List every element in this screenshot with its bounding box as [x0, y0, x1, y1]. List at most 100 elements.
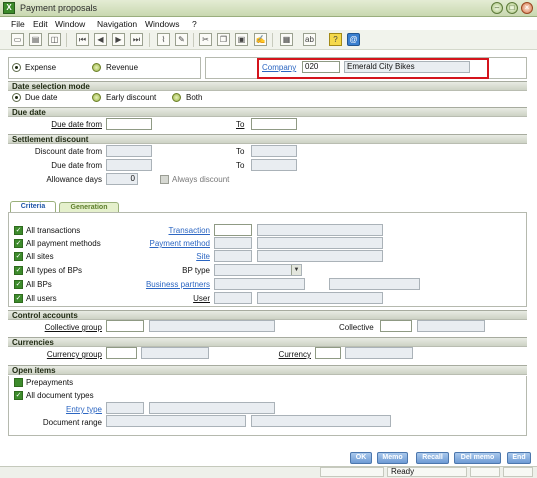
doc-icon[interactable]: ▦	[280, 33, 293, 46]
chevron-down-icon: ▼	[291, 265, 301, 275]
revenue-label: Revenue	[106, 63, 139, 72]
attach-icon[interactable]: ⌇	[157, 33, 170, 46]
due-date-to-field[interactable]	[251, 118, 297, 130]
transaction-link[interactable]: Transaction	[165, 226, 211, 235]
all-users-checkbox[interactable]: ✓	[14, 294, 23, 303]
memo-button[interactable]: Memo	[377, 452, 408, 464]
collective-group-field[interactable]	[106, 320, 144, 332]
user-field	[214, 292, 252, 304]
text-icon[interactable]: ab	[303, 33, 316, 46]
tab-criteria[interactable]: Criteria	[10, 201, 56, 212]
transaction-description-field	[257, 224, 383, 236]
all-transactions-checkbox[interactable]: ✓	[14, 226, 23, 235]
collective-description-field	[417, 320, 485, 332]
settlement-due-date-to-field	[251, 159, 297, 171]
transaction-field[interactable]	[214, 224, 252, 236]
menu-help[interactable]: ?	[192, 19, 197, 29]
all-sites-label: All sites	[26, 252, 54, 261]
due-date-from-field[interactable]	[106, 118, 152, 130]
discount-date-to-label: To	[236, 147, 245, 156]
menu-windows[interactable]: Windows	[145, 19, 179, 29]
del-memo-button[interactable]: Del memo	[454, 452, 501, 464]
preview-icon[interactable]: ◫	[48, 33, 61, 46]
all-sites-checkbox[interactable]: ✓	[14, 252, 23, 261]
both-radio[interactable]	[172, 93, 181, 102]
discount-date-from-field	[106, 145, 152, 157]
status-cell-empty	[503, 467, 533, 477]
sign-icon[interactable]: ✍	[254, 33, 267, 46]
toolbar-separator	[149, 33, 150, 47]
due-date-from-label: Due date from	[51, 120, 102, 129]
due-date-radio[interactable]	[12, 93, 21, 102]
cut-icon[interactable]: ✂	[199, 33, 212, 46]
settlement-discount-header: Settlement discount	[8, 134, 527, 144]
status-text: Ready	[387, 467, 467, 477]
collective-group-label: Collective group	[44, 323, 102, 332]
allowance-days-field: 0	[106, 173, 138, 185]
menu-edit[interactable]: Edit	[33, 19, 48, 29]
app-icon: X	[3, 2, 15, 14]
currency-group-field[interactable]	[106, 347, 137, 359]
all-transactions-label: All transactions	[26, 226, 81, 235]
currencies-header: Currencies	[8, 337, 527, 347]
all-bps-checkbox[interactable]: ✓	[14, 280, 23, 289]
due-date-header: Due date	[8, 107, 527, 117]
collective-label: Collective	[339, 323, 374, 332]
early-discount-label: Early discount	[106, 93, 157, 102]
last-icon[interactable]: ⏭	[130, 33, 143, 46]
discount-date-to-field	[251, 145, 297, 157]
currency-description-field	[345, 347, 413, 359]
help-icon[interactable]: ?	[329, 33, 342, 46]
user-label: User	[193, 294, 210, 303]
all-payment-methods-label: All payment methods	[26, 239, 101, 248]
always-discount-label: Always discount	[172, 175, 230, 184]
menu-file[interactable]: File	[11, 19, 25, 29]
currency-field[interactable]	[315, 347, 341, 359]
toolbar-separator	[272, 33, 273, 47]
new-icon[interactable]: ▭	[11, 33, 24, 46]
both-label: Both	[186, 93, 203, 102]
payment-method-description-field	[257, 237, 383, 249]
settlement-due-date-to-label: To	[236, 161, 245, 170]
recall-button[interactable]: Recall	[416, 452, 449, 464]
early-discount-radio[interactable]	[92, 93, 101, 102]
status-cell-empty	[320, 467, 384, 477]
comment-icon[interactable]: ✎	[175, 33, 188, 46]
business-partner-to-field	[329, 278, 420, 290]
all-payment-methods-checkbox[interactable]: ✓	[14, 239, 23, 248]
open-items-panel	[8, 376, 527, 436]
expense-radio[interactable]	[12, 63, 21, 72]
toolbar-separator	[66, 33, 67, 47]
menu-window[interactable]: Window	[55, 19, 85, 29]
paste-icon[interactable]: ▣	[235, 33, 248, 46]
control-accounts-header: Control accounts	[8, 310, 527, 320]
all-bp-types-checkbox[interactable]: ✓	[14, 266, 23, 275]
end-button[interactable]: End	[507, 452, 531, 464]
user-description-field	[257, 292, 383, 304]
next-icon[interactable]: ▶	[112, 33, 125, 46]
site-link[interactable]: Site	[180, 252, 210, 261]
maximize-button[interactable]: □	[506, 2, 518, 14]
allowance-days-label: Allowance days	[46, 175, 102, 184]
copy-icon[interactable]: ❐	[217, 33, 230, 46]
business-partners-link[interactable]: Business partners	[130, 280, 210, 289]
first-icon[interactable]: ⏮	[76, 33, 89, 46]
bp-type-select	[214, 264, 302, 276]
open-items-header: Open items	[8, 365, 527, 375]
minimize-button[interactable]: –	[491, 2, 503, 14]
collective-field[interactable]	[380, 320, 412, 332]
all-bps-label: All BPs	[26, 280, 52, 289]
print-icon[interactable]: ▤	[29, 33, 42, 46]
close-button[interactable]: ×	[521, 2, 533, 14]
web-icon[interactable]: @	[347, 33, 360, 46]
all-bp-types-label: All types of BPs	[26, 266, 83, 275]
payment-method-link[interactable]: Payment method	[140, 239, 210, 248]
always-discount-checkbox	[160, 175, 169, 184]
discount-date-from-label: Discount date from	[34, 147, 102, 156]
date-selection-mode-header: Date selection mode	[8, 81, 527, 91]
all-users-label: All users	[26, 294, 57, 303]
previous-icon[interactable]: ◀	[94, 33, 107, 46]
ok-button[interactable]: OK	[350, 452, 372, 464]
menu-navigation[interactable]: Navigation	[97, 19, 137, 29]
revenue-radio[interactable]	[92, 63, 101, 72]
